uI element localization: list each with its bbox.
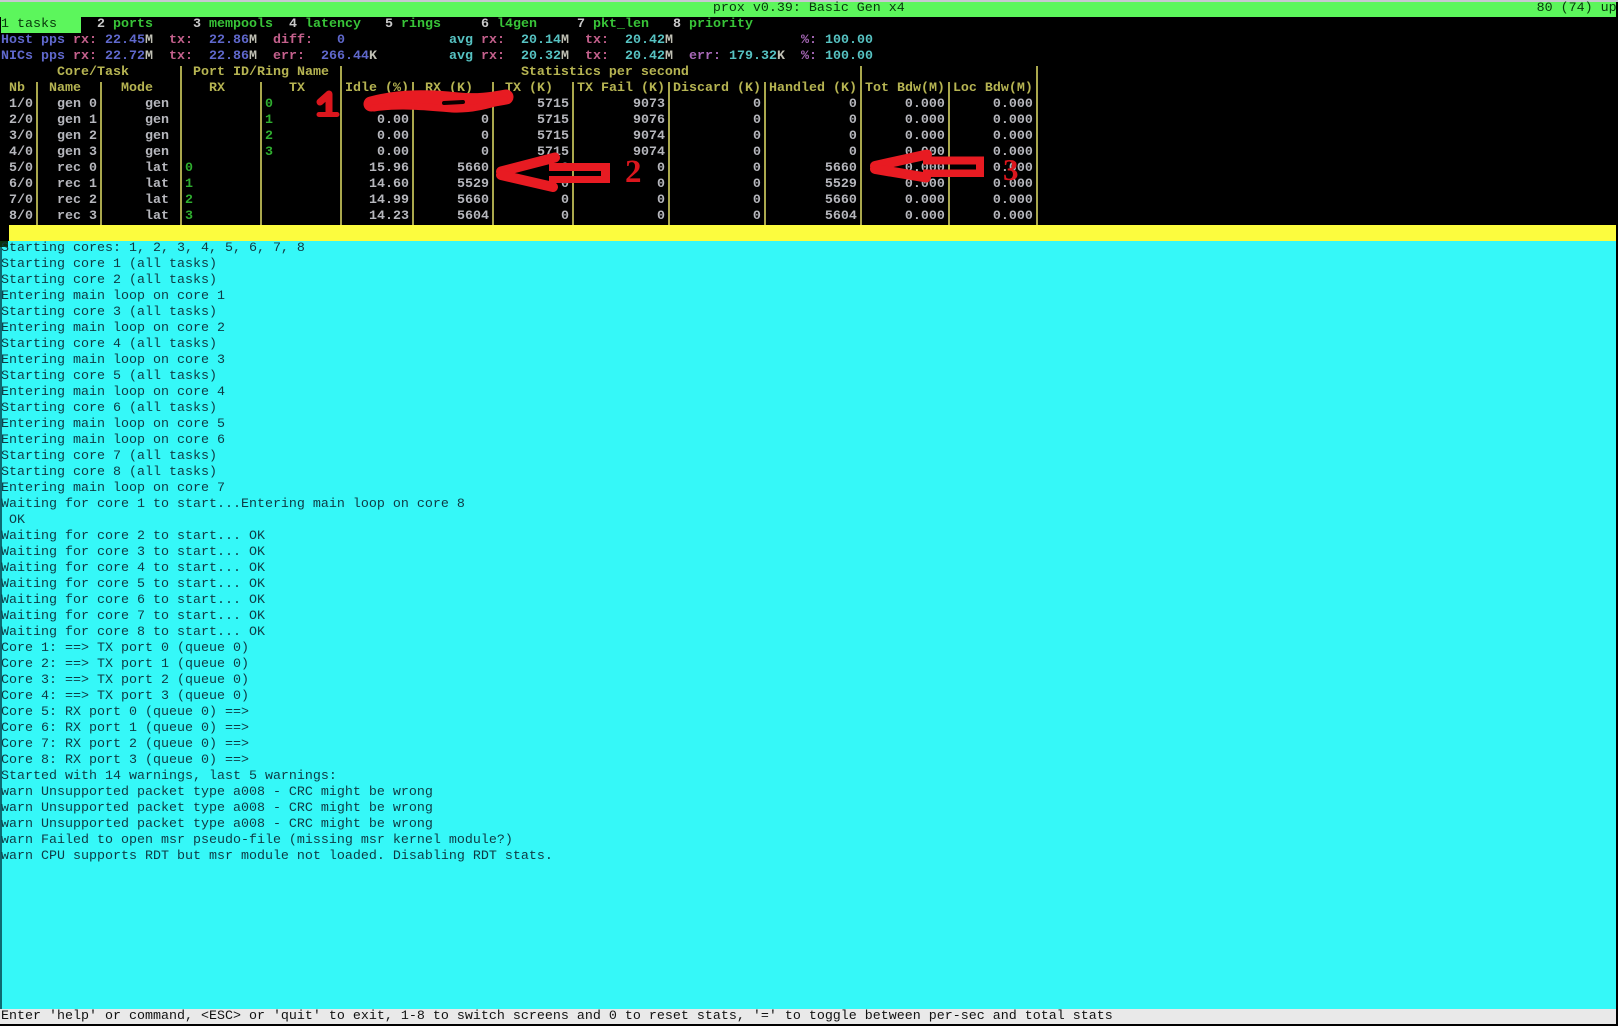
svg-text:2: 2 (625, 154, 642, 190)
svg-text:3: 3 (1003, 152, 1019, 187)
